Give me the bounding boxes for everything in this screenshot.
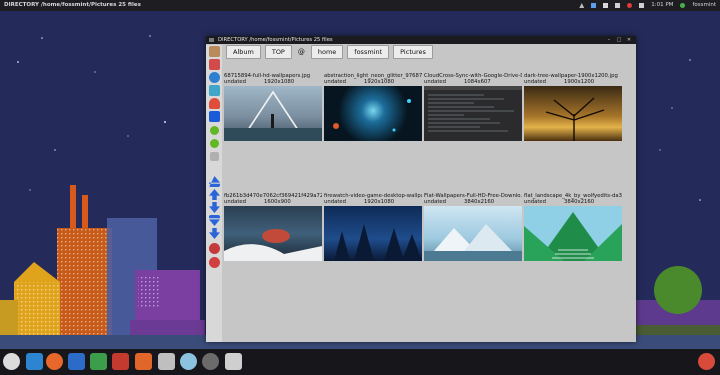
file-date: undated — [324, 79, 347, 85]
user-status-icon[interactable] — [680, 3, 686, 8]
file-item[interactable]: firewatch-video-game-desktop-wallpa... u… — [324, 193, 422, 261]
file-item[interactable]: 68715894-full-hd-wallpapers.jpg undated 1… — [224, 73, 322, 141]
firefox-icon[interactable] — [46, 353, 63, 370]
file-item[interactable]: CloudCross-Sync-with-Google-Drive-D... u… — [424, 73, 522, 141]
file-size: 1920x1080 — [264, 79, 295, 85]
file-item[interactable]: dark-tree-wallpaper-1900x1200.jpg undate… — [524, 73, 622, 141]
file-size: 3840x2160 — [464, 199, 495, 205]
directory-window[interactable]: DIRECTORY /home/fossmint/Pictures 25 fil… — [206, 36, 636, 342]
file-item[interactable]: Flat-Wallpapers-Full-HD-Free-Downlo... u… — [424, 193, 522, 261]
file-item[interactable]: flat_landscape_4k_by_wolfyedits-da3... u… — [524, 193, 622, 261]
active-window-title: DIRECTORY /home/fossmint/Pictures 25 fil… — [4, 2, 141, 8]
power-icon[interactable] — [698, 353, 715, 370]
file-size: 1600x900 — [264, 199, 291, 205]
file-date: undated — [524, 199, 547, 205]
terminal-icon[interactable] — [202, 353, 219, 370]
thumbnail[interactable] — [224, 206, 322, 261]
file-date: undated — [224, 79, 247, 85]
camera-icon[interactable] — [225, 353, 242, 370]
app-store-icon[interactable] — [135, 353, 152, 370]
clock[interactable]: 1:01 PM — [651, 0, 673, 11]
volume-icon[interactable] — [615, 3, 621, 8]
file-size: 1920x1080 — [364, 79, 395, 85]
file-date: undated — [524, 79, 547, 85]
pen-icon[interactable] — [90, 353, 107, 370]
file-date: undated — [424, 79, 447, 85]
top-panel: DIRECTORY /home/fossmint/Pictures 25 fil… — [0, 0, 720, 11]
battery-icon[interactable] — [639, 3, 645, 8]
folder-icon[interactable] — [158, 353, 175, 370]
thumbnail[interactable] — [424, 86, 522, 141]
file-date: undated — [224, 199, 247, 205]
thumbnail[interactable] — [424, 206, 522, 261]
file-size: 1084x607 — [464, 79, 491, 85]
image-viewer-icon[interactable] — [180, 353, 197, 370]
tool-icon[interactable] — [112, 353, 129, 370]
user-name[interactable]: fossmint — [692, 0, 716, 11]
file-date: undated — [324, 199, 347, 205]
system-tray: 1:01 PM fossmint — [579, 0, 716, 11]
file-size: 1900x1200 — [564, 79, 595, 85]
network-icon[interactable] — [579, 3, 585, 8]
browser-icon[interactable] — [68, 353, 85, 370]
file-date: undated — [424, 199, 447, 205]
files-icon[interactable] — [26, 353, 43, 370]
thumbnail-grid: 68715894-full-hd-wallpapers.jpg undated 1… — [206, 36, 636, 342]
thumbnail[interactable] — [524, 86, 622, 141]
file-item[interactable]: fb261b3d470e7062cf369421f429a72a... unda… — [224, 193, 322, 261]
file-item[interactable]: abstraction_light_neon_glitter_97687_...… — [324, 73, 422, 141]
dropbox-icon[interactable] — [591, 3, 597, 8]
thumbnail[interactable] — [324, 86, 422, 141]
thumbnail[interactable] — [224, 86, 322, 141]
file-size: 1920x1080 — [364, 199, 395, 205]
mail-icon[interactable] — [603, 3, 609, 8]
taskbar — [0, 349, 720, 375]
file-size: 3840x2160 — [564, 199, 595, 205]
notification-icon[interactable] — [627, 3, 633, 8]
menu-icon[interactable] — [3, 353, 20, 370]
thumbnail[interactable] — [324, 206, 422, 261]
thumbnail[interactable] — [524, 206, 622, 261]
